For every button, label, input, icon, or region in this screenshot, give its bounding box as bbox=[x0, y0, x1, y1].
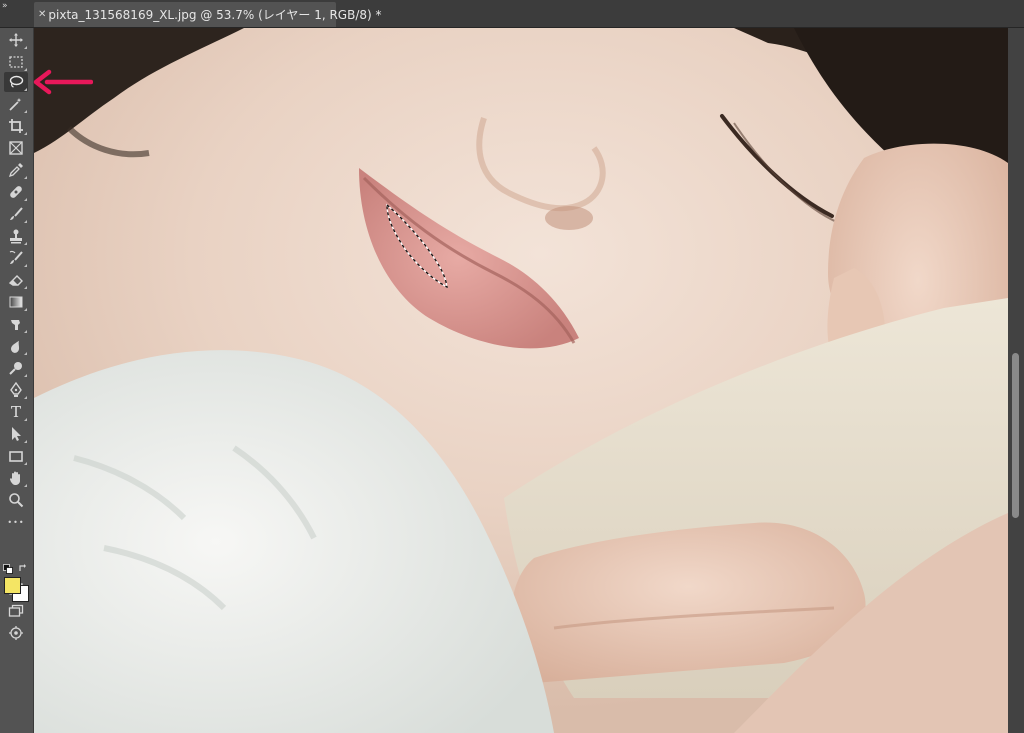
tools-panel: T ••• bbox=[0, 28, 34, 733]
frame-icon bbox=[9, 141, 23, 155]
type-tool[interactable]: T bbox=[4, 402, 28, 422]
eyedropper-tool[interactable] bbox=[4, 160, 28, 180]
lasso-icon bbox=[9, 75, 24, 88]
more-tools-icon: ••• bbox=[7, 517, 25, 527]
history-brush-tool[interactable] bbox=[4, 248, 28, 268]
brush-icon bbox=[10, 207, 23, 220]
smudge-tool[interactable] bbox=[4, 314, 28, 334]
marquee-tool[interactable] bbox=[4, 52, 28, 72]
blur-icon bbox=[10, 340, 20, 353]
panel-expand-icon[interactable]: » bbox=[2, 1, 14, 11]
move-tool[interactable] bbox=[4, 30, 28, 50]
magic-wand-tool[interactable] bbox=[4, 94, 28, 114]
type-icon: T bbox=[10, 403, 21, 421]
document-canvas[interactable] bbox=[34, 28, 1008, 733]
pen-tool[interactable] bbox=[4, 380, 28, 400]
dodge-tool[interactable] bbox=[4, 358, 28, 378]
rect-marquee-icon bbox=[9, 56, 23, 68]
pen-icon bbox=[10, 382, 22, 397]
brush-tool[interactable] bbox=[4, 204, 28, 224]
eyedropper-icon bbox=[8, 163, 23, 178]
hand-tool[interactable] bbox=[4, 468, 28, 488]
move-icon bbox=[9, 33, 23, 47]
gradient-tool[interactable] bbox=[4, 292, 28, 312]
default-colors-icon[interactable] bbox=[3, 564, 13, 574]
clone-stamp-tool[interactable] bbox=[4, 226, 28, 246]
history-brush-icon bbox=[9, 250, 23, 264]
magic-wand-icon bbox=[9, 98, 22, 111]
dodge-icon bbox=[9, 362, 22, 375]
document-tab[interactable]: ✕ pixta_131568169_XL.jpg @ 53.7% (レイヤー 1… bbox=[34, 2, 382, 27]
healing-brush-icon bbox=[10, 186, 22, 198]
document-title: pixta_131568169_XL.jpg @ 53.7% (レイヤー 1, … bbox=[48, 8, 382, 22]
rectangle-tool[interactable] bbox=[4, 446, 28, 466]
healing-brush-tool[interactable] bbox=[4, 182, 28, 202]
eraser-icon bbox=[8, 275, 23, 286]
crop-tool[interactable] bbox=[4, 116, 28, 136]
swap-colors-icon[interactable] bbox=[18, 563, 28, 573]
blur-tool[interactable] bbox=[4, 336, 28, 356]
smudge-icon bbox=[11, 320, 20, 330]
gradient-icon bbox=[9, 296, 23, 308]
extras-button[interactable] bbox=[4, 623, 28, 643]
scrollbar-thumb[interactable] bbox=[1012, 353, 1019, 518]
lasso-tool[interactable] bbox=[4, 72, 28, 92]
clone-stamp-icon bbox=[10, 229, 22, 244]
path-selection-icon bbox=[12, 427, 21, 441]
photo-image bbox=[34, 28, 1008, 733]
screen-mode-button[interactable] bbox=[4, 601, 28, 621]
vertical-scrollbar[interactable] bbox=[1008, 28, 1024, 733]
close-tab-icon[interactable]: ✕ bbox=[38, 9, 46, 20]
document-tab-bar: » ✕ pixta_131568169_XL.jpg @ 53.7% (レイヤー… bbox=[0, 0, 1024, 28]
hand-icon bbox=[9, 471, 20, 485]
annotation-arrow-icon bbox=[33, 69, 93, 95]
screen-mode-icon bbox=[8, 604, 24, 617]
extras-icon bbox=[9, 626, 23, 640]
crop-icon bbox=[9, 119, 23, 133]
zoom-tool[interactable] bbox=[4, 490, 28, 510]
edit-toolbar-button[interactable]: ••• bbox=[4, 512, 28, 532]
rectangle-shape-icon bbox=[9, 451, 23, 462]
eraser-tool[interactable] bbox=[4, 270, 28, 290]
foreground-color-swatch[interactable] bbox=[4, 577, 21, 594]
path-selection-tool[interactable] bbox=[4, 424, 28, 444]
zoom-icon bbox=[9, 493, 24, 508]
frame-tool[interactable] bbox=[4, 138, 28, 158]
